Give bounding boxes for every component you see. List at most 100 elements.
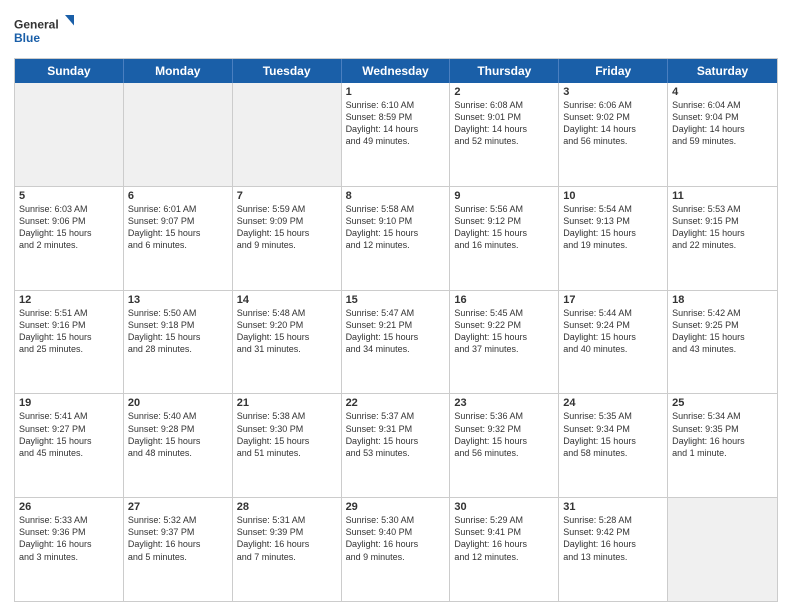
info-line: Sunset: 9:42 PM	[563, 527, 630, 537]
info-line: Daylight: 15 hours	[563, 228, 636, 238]
day-info: Sunrise: 5:58 AMSunset: 9:10 PMDaylight:…	[346, 203, 446, 252]
logo-svg: General Blue	[14, 10, 74, 50]
info-line: Sunset: 9:06 PM	[19, 216, 86, 226]
day-cell-19: 19Sunrise: 5:41 AMSunset: 9:27 PMDayligh…	[15, 394, 124, 497]
info-line: and 53 minutes.	[346, 448, 410, 458]
day-number-19: 19	[19, 397, 119, 409]
day-cell-1: 1Sunrise: 6:10 AMSunset: 8:59 PMDaylight…	[342, 83, 451, 186]
info-line: and 6 minutes.	[128, 240, 187, 250]
info-line: Sunset: 9:12 PM	[454, 216, 521, 226]
info-line: Daylight: 15 hours	[128, 332, 201, 342]
day-cell-13: 13Sunrise: 5:50 AMSunset: 9:18 PMDayligh…	[124, 291, 233, 394]
info-line: Sunrise: 5:36 AM	[454, 411, 523, 421]
info-line: and 34 minutes.	[346, 344, 410, 354]
day-number-3: 3	[563, 86, 663, 98]
info-line: Daylight: 14 hours	[346, 124, 419, 134]
day-info: Sunrise: 5:30 AMSunset: 9:40 PMDaylight:…	[346, 514, 446, 563]
day-number-15: 15	[346, 294, 446, 306]
day-cell-24: 24Sunrise: 5:35 AMSunset: 9:34 PMDayligh…	[559, 394, 668, 497]
info-line: and 37 minutes.	[454, 344, 518, 354]
info-line: Daylight: 15 hours	[346, 332, 419, 342]
info-line: and 49 minutes.	[346, 136, 410, 146]
day-cell-27: 27Sunrise: 5:32 AMSunset: 9:37 PMDayligh…	[124, 498, 233, 601]
day-info: Sunrise: 6:10 AMSunset: 8:59 PMDaylight:…	[346, 99, 446, 148]
day-number-10: 10	[563, 190, 663, 202]
day-cell-empty	[668, 498, 777, 601]
info-line: Sunset: 9:36 PM	[19, 527, 86, 537]
info-line: Sunset: 9:20 PM	[237, 320, 304, 330]
day-info: Sunrise: 5:35 AMSunset: 9:34 PMDaylight:…	[563, 410, 663, 459]
day-number-7: 7	[237, 190, 337, 202]
info-line: Sunset: 9:35 PM	[672, 424, 739, 434]
header-day-friday: Friday	[559, 59, 668, 83]
info-line: Sunrise: 5:58 AM	[346, 204, 415, 214]
info-line: Daylight: 15 hours	[19, 436, 92, 446]
info-line: Daylight: 15 hours	[454, 228, 527, 238]
info-line: and 51 minutes.	[237, 448, 301, 458]
info-line: Sunrise: 5:44 AM	[563, 308, 632, 318]
info-line: Daylight: 15 hours	[563, 436, 636, 446]
day-number-1: 1	[346, 86, 446, 98]
info-line: Sunrise: 5:28 AM	[563, 515, 632, 525]
header-day-sunday: Sunday	[15, 59, 124, 83]
info-line: Sunset: 9:28 PM	[128, 424, 195, 434]
info-line: and 9 minutes.	[237, 240, 296, 250]
info-line: Daylight: 16 hours	[563, 539, 636, 549]
day-number-22: 22	[346, 397, 446, 409]
day-cell-29: 29Sunrise: 5:30 AMSunset: 9:40 PMDayligh…	[342, 498, 451, 601]
day-cell-30: 30Sunrise: 5:29 AMSunset: 9:41 PMDayligh…	[450, 498, 559, 601]
day-info: Sunrise: 6:06 AMSunset: 9:02 PMDaylight:…	[563, 99, 663, 148]
info-line: Sunrise: 5:38 AM	[237, 411, 306, 421]
info-line: Sunset: 9:30 PM	[237, 424, 304, 434]
info-line: Sunrise: 5:51 AM	[19, 308, 88, 318]
day-number-9: 9	[454, 190, 554, 202]
day-cell-23: 23Sunrise: 5:36 AMSunset: 9:32 PMDayligh…	[450, 394, 559, 497]
info-line: and 13 minutes.	[563, 552, 627, 562]
info-line: Daylight: 15 hours	[672, 332, 745, 342]
day-number-28: 28	[237, 501, 337, 513]
info-line: Sunset: 9:15 PM	[672, 216, 739, 226]
day-number-14: 14	[237, 294, 337, 306]
info-line: and 45 minutes.	[19, 448, 83, 458]
info-line: Sunrise: 5:29 AM	[454, 515, 523, 525]
info-line: Sunset: 9:41 PM	[454, 527, 521, 537]
day-cell-3: 3Sunrise: 6:06 AMSunset: 9:02 PMDaylight…	[559, 83, 668, 186]
day-info: Sunrise: 5:50 AMSunset: 9:18 PMDaylight:…	[128, 307, 228, 356]
week-row-2: 5Sunrise: 6:03 AMSunset: 9:06 PMDaylight…	[15, 187, 777, 291]
info-line: Sunset: 9:09 PM	[237, 216, 304, 226]
info-line: Sunrise: 6:03 AM	[19, 204, 88, 214]
info-line: Sunrise: 5:41 AM	[19, 411, 88, 421]
info-line: Sunset: 9:37 PM	[128, 527, 195, 537]
info-line: Sunrise: 6:04 AM	[672, 100, 741, 110]
info-line: Sunset: 9:24 PM	[563, 320, 630, 330]
info-line: Daylight: 15 hours	[19, 332, 92, 342]
day-info: Sunrise: 5:33 AMSunset: 9:36 PMDaylight:…	[19, 514, 119, 563]
info-line: Sunrise: 5:30 AM	[346, 515, 415, 525]
day-cell-6: 6Sunrise: 6:01 AMSunset: 9:07 PMDaylight…	[124, 187, 233, 290]
calendar-body: 1Sunrise: 6:10 AMSunset: 8:59 PMDaylight…	[15, 83, 777, 601]
day-cell-26: 26Sunrise: 5:33 AMSunset: 9:36 PMDayligh…	[15, 498, 124, 601]
info-line: Sunrise: 5:45 AM	[454, 308, 523, 318]
info-line: Sunset: 9:10 PM	[346, 216, 413, 226]
day-number-6: 6	[128, 190, 228, 202]
info-line: Daylight: 16 hours	[346, 539, 419, 549]
day-info: Sunrise: 5:53 AMSunset: 9:15 PMDaylight:…	[672, 203, 773, 252]
day-number-21: 21	[237, 397, 337, 409]
day-cell-10: 10Sunrise: 5:54 AMSunset: 9:13 PMDayligh…	[559, 187, 668, 290]
week-row-1: 1Sunrise: 6:10 AMSunset: 8:59 PMDaylight…	[15, 83, 777, 187]
day-cell-21: 21Sunrise: 5:38 AMSunset: 9:30 PMDayligh…	[233, 394, 342, 497]
info-line: Sunset: 9:22 PM	[454, 320, 521, 330]
day-info: Sunrise: 6:08 AMSunset: 9:01 PMDaylight:…	[454, 99, 554, 148]
header-day-thursday: Thursday	[450, 59, 559, 83]
day-number-12: 12	[19, 294, 119, 306]
day-number-20: 20	[128, 397, 228, 409]
day-number-31: 31	[563, 501, 663, 513]
info-line: Sunrise: 6:06 AM	[563, 100, 632, 110]
info-line: Daylight: 15 hours	[346, 436, 419, 446]
week-row-4: 19Sunrise: 5:41 AMSunset: 9:27 PMDayligh…	[15, 394, 777, 498]
day-number-27: 27	[128, 501, 228, 513]
page: General Blue SundayMondayTuesdayWednesda…	[0, 0, 792, 612]
day-cell-28: 28Sunrise: 5:31 AMSunset: 9:39 PMDayligh…	[233, 498, 342, 601]
info-line: Sunset: 9:39 PM	[237, 527, 304, 537]
info-line: Sunrise: 5:53 AM	[672, 204, 741, 214]
